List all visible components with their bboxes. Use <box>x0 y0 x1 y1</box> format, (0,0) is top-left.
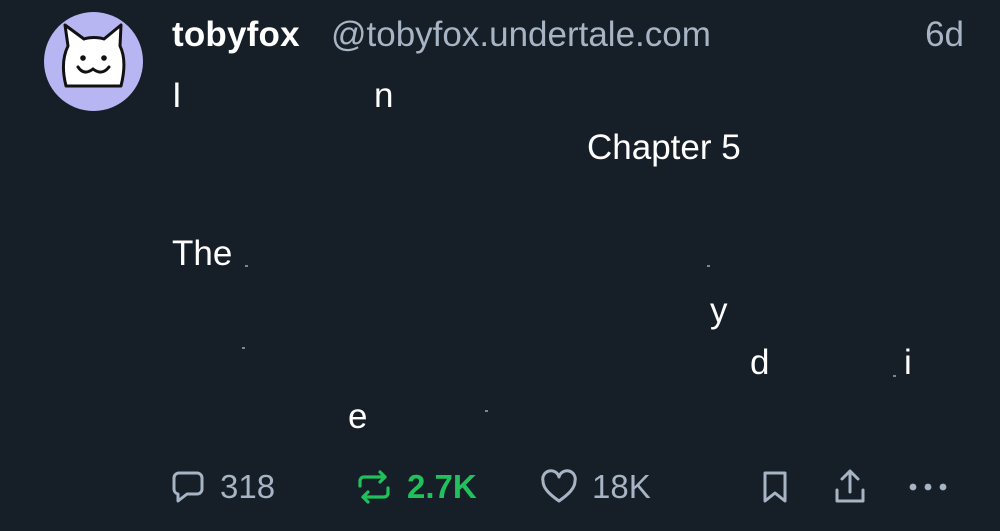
repost-button[interactable]: 2.7K <box>355 462 477 512</box>
post-text-fragment: e <box>348 397 368 436</box>
like-count: 18K <box>592 468 651 505</box>
repost-arrows-icon <box>358 470 390 504</box>
bookmark-button[interactable] <box>760 462 790 512</box>
more-options-button[interactable] <box>908 462 948 512</box>
post-text-fragment: d <box>750 343 770 382</box>
heart-icon <box>541 469 577 503</box>
post-text-fragment: Chapter 5 <box>587 128 741 167</box>
text-speck <box>242 347 245 349</box>
more-dots-icon <box>909 483 947 491</box>
white-dog-face-icon <box>62 23 126 88</box>
post-text-fragment: I <box>172 76 182 115</box>
post-timestamp[interactable]: 6d <box>925 14 964 56</box>
reply-count: 318 <box>220 468 276 505</box>
author-display-name[interactable]: tobyfox <box>172 14 300 56</box>
speech-bubble-icon <box>172 471 204 503</box>
author-avatar[interactable] <box>44 12 143 111</box>
post-action-bar: 318 2.7K 18K <box>0 462 1000 512</box>
text-speck <box>245 265 248 267</box>
post-text-fragment: i <box>904 343 912 382</box>
post-card[interactable]: tobyfox @tobyfox.undertale.com 6d I n Ch… <box>0 0 1000 531</box>
repost-count: 2.7K <box>407 468 477 505</box>
post-header: tobyfox @tobyfox.undertale.com 6d <box>172 14 964 56</box>
reply-button[interactable]: 318 <box>170 462 275 512</box>
author-handle[interactable]: @tobyfox.undertale.com <box>331 14 711 56</box>
share-upload-icon <box>835 469 865 503</box>
share-button[interactable] <box>832 462 868 512</box>
text-speck <box>707 265 710 267</box>
text-speck <box>485 410 488 412</box>
post-text-fragment: y <box>710 291 728 330</box>
post-text-fragment: n <box>374 76 394 115</box>
text-speck <box>893 375 896 377</box>
like-button[interactable]: 18K <box>540 462 651 512</box>
bookmark-icon <box>763 471 787 503</box>
post-text-fragment: The <box>172 234 233 273</box>
